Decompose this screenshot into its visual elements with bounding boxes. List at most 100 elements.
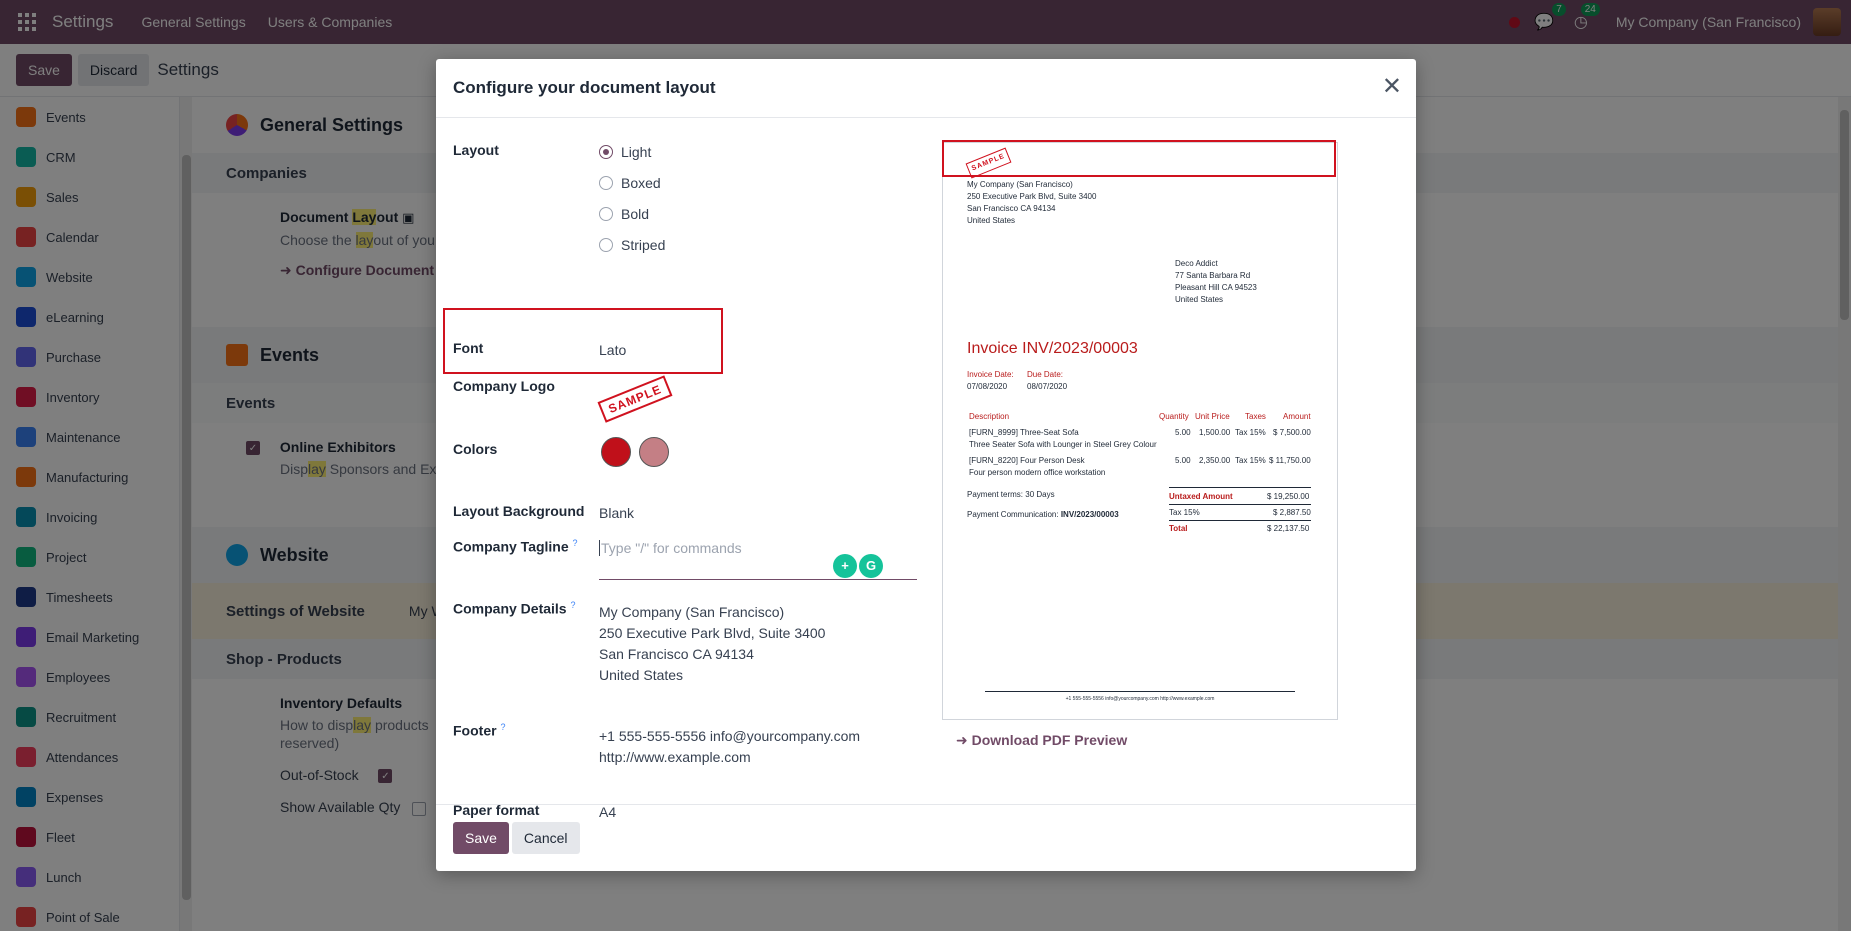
detail-line: My Company (San Francisco) bbox=[599, 604, 785, 620]
help-icon[interactable]: ? bbox=[570, 600, 575, 610]
preview-line-qty: 5.00 bbox=[1175, 428, 1191, 437]
close-icon[interactable]: ✕ bbox=[1382, 75, 1402, 99]
dialog-save-button[interactable]: Save bbox=[453, 822, 509, 854]
layout-label: Layout bbox=[453, 142, 499, 158]
dialog-footer: Save Cancel bbox=[436, 804, 1416, 871]
preview-payment-communication: Payment Communication: INV/2023/00003 bbox=[967, 509, 1119, 521]
company-logo-highlight bbox=[443, 308, 723, 374]
footer-line: +1 555-555-5556 info@yourcompany.com bbox=[599, 728, 861, 744]
company-logo-image[interactable]: SAMPLE bbox=[597, 375, 673, 423]
company-details-label: Company Details ? bbox=[453, 600, 576, 617]
line-desc: [FURN_8999] Three-Seat Sofa bbox=[969, 428, 1079, 437]
layout-radio-group: Light Boxed Bold Striped bbox=[599, 136, 665, 260]
preview-footer-text: +1 555-555-5556 info@yourcompany.com htt… bbox=[1065, 696, 1215, 702]
address-line: Deco Addict bbox=[1175, 259, 1218, 268]
company-details-field[interactable]: My Company (San Francisco) 250 Executive… bbox=[599, 602, 825, 686]
layout-option-bold[interactable]: Bold bbox=[599, 198, 665, 229]
grammarly-suggest-icon[interactable]: + bbox=[833, 554, 857, 578]
preview-untaxed-divider bbox=[1169, 504, 1311, 505]
payment-comm-value: INV/2023/00003 bbox=[1060, 510, 1119, 519]
label-text: Footer bbox=[453, 722, 497, 739]
help-icon[interactable]: ? bbox=[500, 722, 505, 732]
preview-th-amount: Amount bbox=[1283, 412, 1311, 421]
layout-option-striped[interactable]: Striped bbox=[599, 229, 665, 260]
primary-color-swatch[interactable] bbox=[601, 437, 631, 467]
preview-untaxed-label: Untaxed Amount bbox=[1169, 492, 1233, 501]
layout-option-boxed[interactable]: Boxed bbox=[599, 167, 665, 198]
preview-payment-terms: Payment terms: 30 Days bbox=[967, 490, 1055, 499]
payment-comm-label: Payment Communication: bbox=[967, 510, 1059, 519]
preview-invoice-date: Invoice Date: 07/08/2020 bbox=[967, 369, 1014, 393]
document-layout-dialog: Configure your document layout ✕ Layout … bbox=[436, 59, 1416, 871]
preview-th-description: Description bbox=[969, 412, 1010, 421]
date-label: Invoice Date: bbox=[967, 370, 1014, 379]
document-preview: SAMPLE My Company (San Francisco) 250 Ex… bbox=[942, 142, 1338, 720]
option-label: Bold bbox=[621, 205, 650, 222]
company-tagline-row: Company Tagline ? Type "/" for commands … bbox=[453, 538, 923, 598]
preview-line-desc: [FURN_8999] Three-Seat Sofa Three Seater… bbox=[969, 427, 1157, 451]
layout-form: Layout Light Boxed Bold Striped Font Lat… bbox=[436, 118, 936, 820]
line-desc2: Three Seater Sofa with Lounger in Steel … bbox=[969, 440, 1157, 449]
secondary-color-swatch[interactable] bbox=[639, 437, 669, 467]
preview-untaxed-value: $ 19,250.00 bbox=[1267, 492, 1310, 501]
layout-option-light[interactable]: Light bbox=[599, 136, 665, 167]
address-line: San Francisco CA 94134 bbox=[967, 204, 1056, 213]
address-line: 77 Santa Barbara Rd bbox=[1175, 271, 1251, 280]
detail-line: United States bbox=[599, 667, 684, 683]
option-label: Boxed bbox=[621, 174, 661, 191]
preview-line-tax: Tax 15% bbox=[1235, 428, 1266, 437]
layout-background-select[interactable]: Blank bbox=[599, 505, 634, 521]
preview-tax-label: Tax 15% bbox=[1169, 508, 1200, 517]
preview-tax-value: $ 2,887.50 bbox=[1273, 508, 1311, 517]
footer-label: Footer ? bbox=[453, 722, 505, 739]
layout-background-label: Layout Background bbox=[453, 503, 585, 519]
color-swatches bbox=[601, 437, 677, 470]
colors-label: Colors bbox=[453, 441, 498, 457]
download-pdf-preview-link[interactable]: ➜ Download PDF Preview bbox=[956, 732, 1127, 749]
dialog-title: Configure your document layout bbox=[453, 78, 716, 97]
preview-footer-rule bbox=[985, 691, 1295, 692]
footer-field[interactable]: +1 555-555-5556 info@yourcompany.com htt… bbox=[599, 726, 860, 768]
preview-line-price: 2,350.00 bbox=[1199, 456, 1231, 465]
address-line: United States bbox=[1175, 295, 1224, 304]
preview-line-tax: Tax 15% bbox=[1235, 456, 1266, 465]
preview-line-desc: [FURN_8220] Four Person Desk Four person… bbox=[969, 455, 1105, 479]
preview-totals-divider bbox=[1169, 487, 1311, 488]
preview-line-amount: $ 11,750.00 bbox=[1269, 456, 1311, 465]
label-text: Company Details bbox=[453, 600, 567, 617]
option-label: Striped bbox=[621, 236, 666, 253]
help-icon[interactable]: ? bbox=[573, 538, 578, 548]
footer-row: Footer ? +1 555-555-5556 info@yourcompan… bbox=[453, 722, 923, 778]
preview-invoice-title: Invoice INV/2023/00003 bbox=[967, 340, 1138, 357]
preview-line-amount: $ 7,500.00 bbox=[1273, 428, 1311, 437]
dialog-header: Configure your document layout ✕ bbox=[436, 59, 1416, 118]
layout-row: Layout Light Boxed Bold Striped bbox=[453, 136, 923, 260]
preview-header-highlight bbox=[942, 140, 1336, 177]
line-desc2: Four person modern office workstation bbox=[969, 468, 1106, 477]
preview-company-address: My Company (San Francisco) 250 Executive… bbox=[967, 179, 1096, 227]
label-text: Company Tagline bbox=[453, 538, 569, 555]
link-label: Download PDF Preview bbox=[971, 732, 1128, 748]
company-details-row: Company Details ? My Company (San Franci… bbox=[453, 600, 923, 696]
preview-tax-divider bbox=[1169, 520, 1311, 521]
preview-line-qty: 5.00 bbox=[1175, 456, 1191, 465]
date-value: 07/08/2020 bbox=[967, 382, 1008, 391]
preview-customer-address: Deco Addict 77 Santa Barbara Rd Pleasant… bbox=[1175, 258, 1257, 306]
detail-line: 250 Executive Park Blvd, Suite 3400 bbox=[599, 625, 826, 641]
date-label: Due Date: bbox=[1027, 370, 1064, 379]
radio-boxed[interactable] bbox=[599, 175, 613, 190]
company-tagline-label: Company Tagline ? bbox=[453, 538, 578, 555]
colors-row: Colors bbox=[453, 437, 923, 477]
radio-bold[interactable] bbox=[599, 206, 613, 221]
footer-line: http://www.example.com bbox=[599, 749, 751, 765]
address-line: United States bbox=[967, 216, 1016, 225]
grammarly-icon[interactable]: G bbox=[859, 554, 883, 578]
tagline-placeholder: Type "/" for commands bbox=[599, 540, 742, 556]
radio-light[interactable] bbox=[599, 144, 613, 159]
radio-striped[interactable] bbox=[599, 237, 613, 252]
preview-th-taxes: Taxes bbox=[1245, 412, 1266, 421]
sample-stamp-logo: SAMPLE bbox=[597, 375, 673, 423]
preview-total-value: $ 22,137.50 bbox=[1267, 524, 1310, 533]
preview-th-quantity: Quantity bbox=[1159, 412, 1189, 421]
dialog-cancel-button[interactable]: Cancel bbox=[511, 822, 580, 854]
